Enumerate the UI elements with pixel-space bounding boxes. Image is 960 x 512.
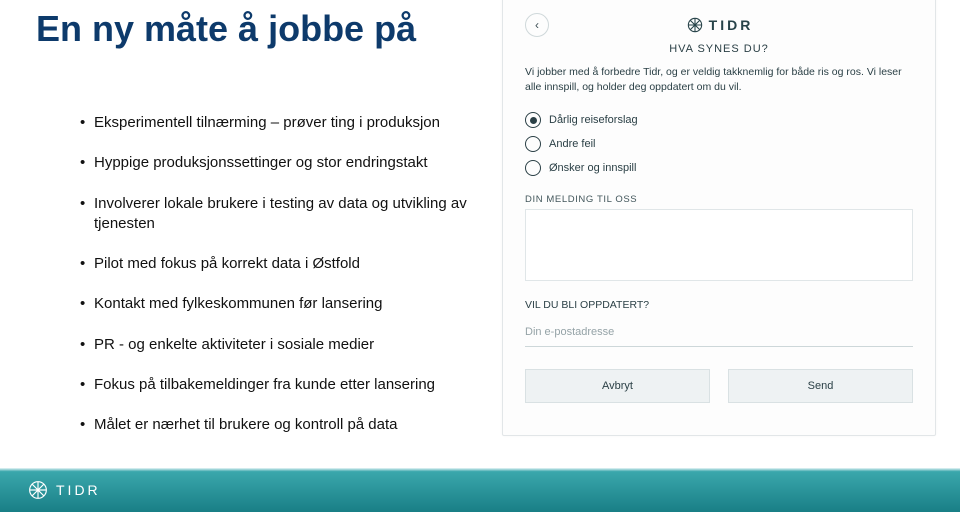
card-title: HVA SYNES DU?: [525, 43, 913, 55]
list-item: Kontakt med fylkeskommunen før lansering: [80, 294, 500, 314]
radio-icon: [525, 136, 541, 152]
list-item: Eksperimentell tilnærming – prøver ting …: [80, 113, 500, 133]
chevron-left-icon: ‹: [535, 18, 539, 32]
list-item: Fokus på tilbakemeldinger fra kunde ette…: [80, 375, 500, 395]
feedback-card: ‹ TIDR HVA SYNES DU? Vi jobber med å for…: [502, 0, 936, 436]
followup-question: VIL DU BLI OPPDATERT?: [525, 299, 913, 311]
footer-logo: TIDR: [28, 480, 101, 500]
list-item: PR - og enkelte aktiviteter i sosiale me…: [80, 335, 500, 355]
card-intro: Vi jobber med å forbedre Tidr, og er vel…: [525, 65, 913, 94]
send-button[interactable]: Send: [728, 369, 913, 403]
message-label: DIN MELDING TIL OSS: [525, 194, 913, 205]
radio-label: Dårlig reiseforslag: [549, 114, 638, 126]
footer-bar: TIDR: [0, 468, 960, 512]
radio-label: Ønsker og innspill: [549, 162, 636, 174]
app-brand-text: TIDR: [709, 17, 754, 33]
message-textarea[interactable]: [525, 209, 913, 281]
radio-option[interactable]: Dårlig reiseforslag: [525, 112, 913, 128]
list-item: Pilot med fokus på korrekt data i Østfol…: [80, 254, 500, 274]
logo-icon: [28, 480, 48, 500]
email-field[interactable]: [525, 317, 913, 347]
list-item: Hyppige produksjonssettinger og stor end…: [80, 153, 500, 173]
radio-icon: [525, 112, 541, 128]
radio-icon: [525, 160, 541, 176]
radio-option[interactable]: Andre feil: [525, 136, 913, 152]
app-logo: TIDR: [687, 17, 754, 33]
radio-option[interactable]: Ønsker og innspill: [525, 160, 913, 176]
list-item: Målet er nærhet til brukere og kontroll …: [80, 415, 500, 435]
radio-label: Andre feil: [549, 138, 595, 150]
list-item: Involverer lokale brukere i testing av d…: [80, 194, 500, 235]
bullet-list: Eksperimentell tilnærming – prøver ting …: [40, 113, 500, 455]
back-button[interactable]: ‹: [525, 13, 549, 37]
logo-icon: [687, 17, 703, 33]
slide-title: En ny måte å jobbe på: [36, 8, 416, 50]
cancel-button[interactable]: Avbryt: [525, 369, 710, 403]
footer-brand-text: TIDR: [56, 482, 101, 498]
